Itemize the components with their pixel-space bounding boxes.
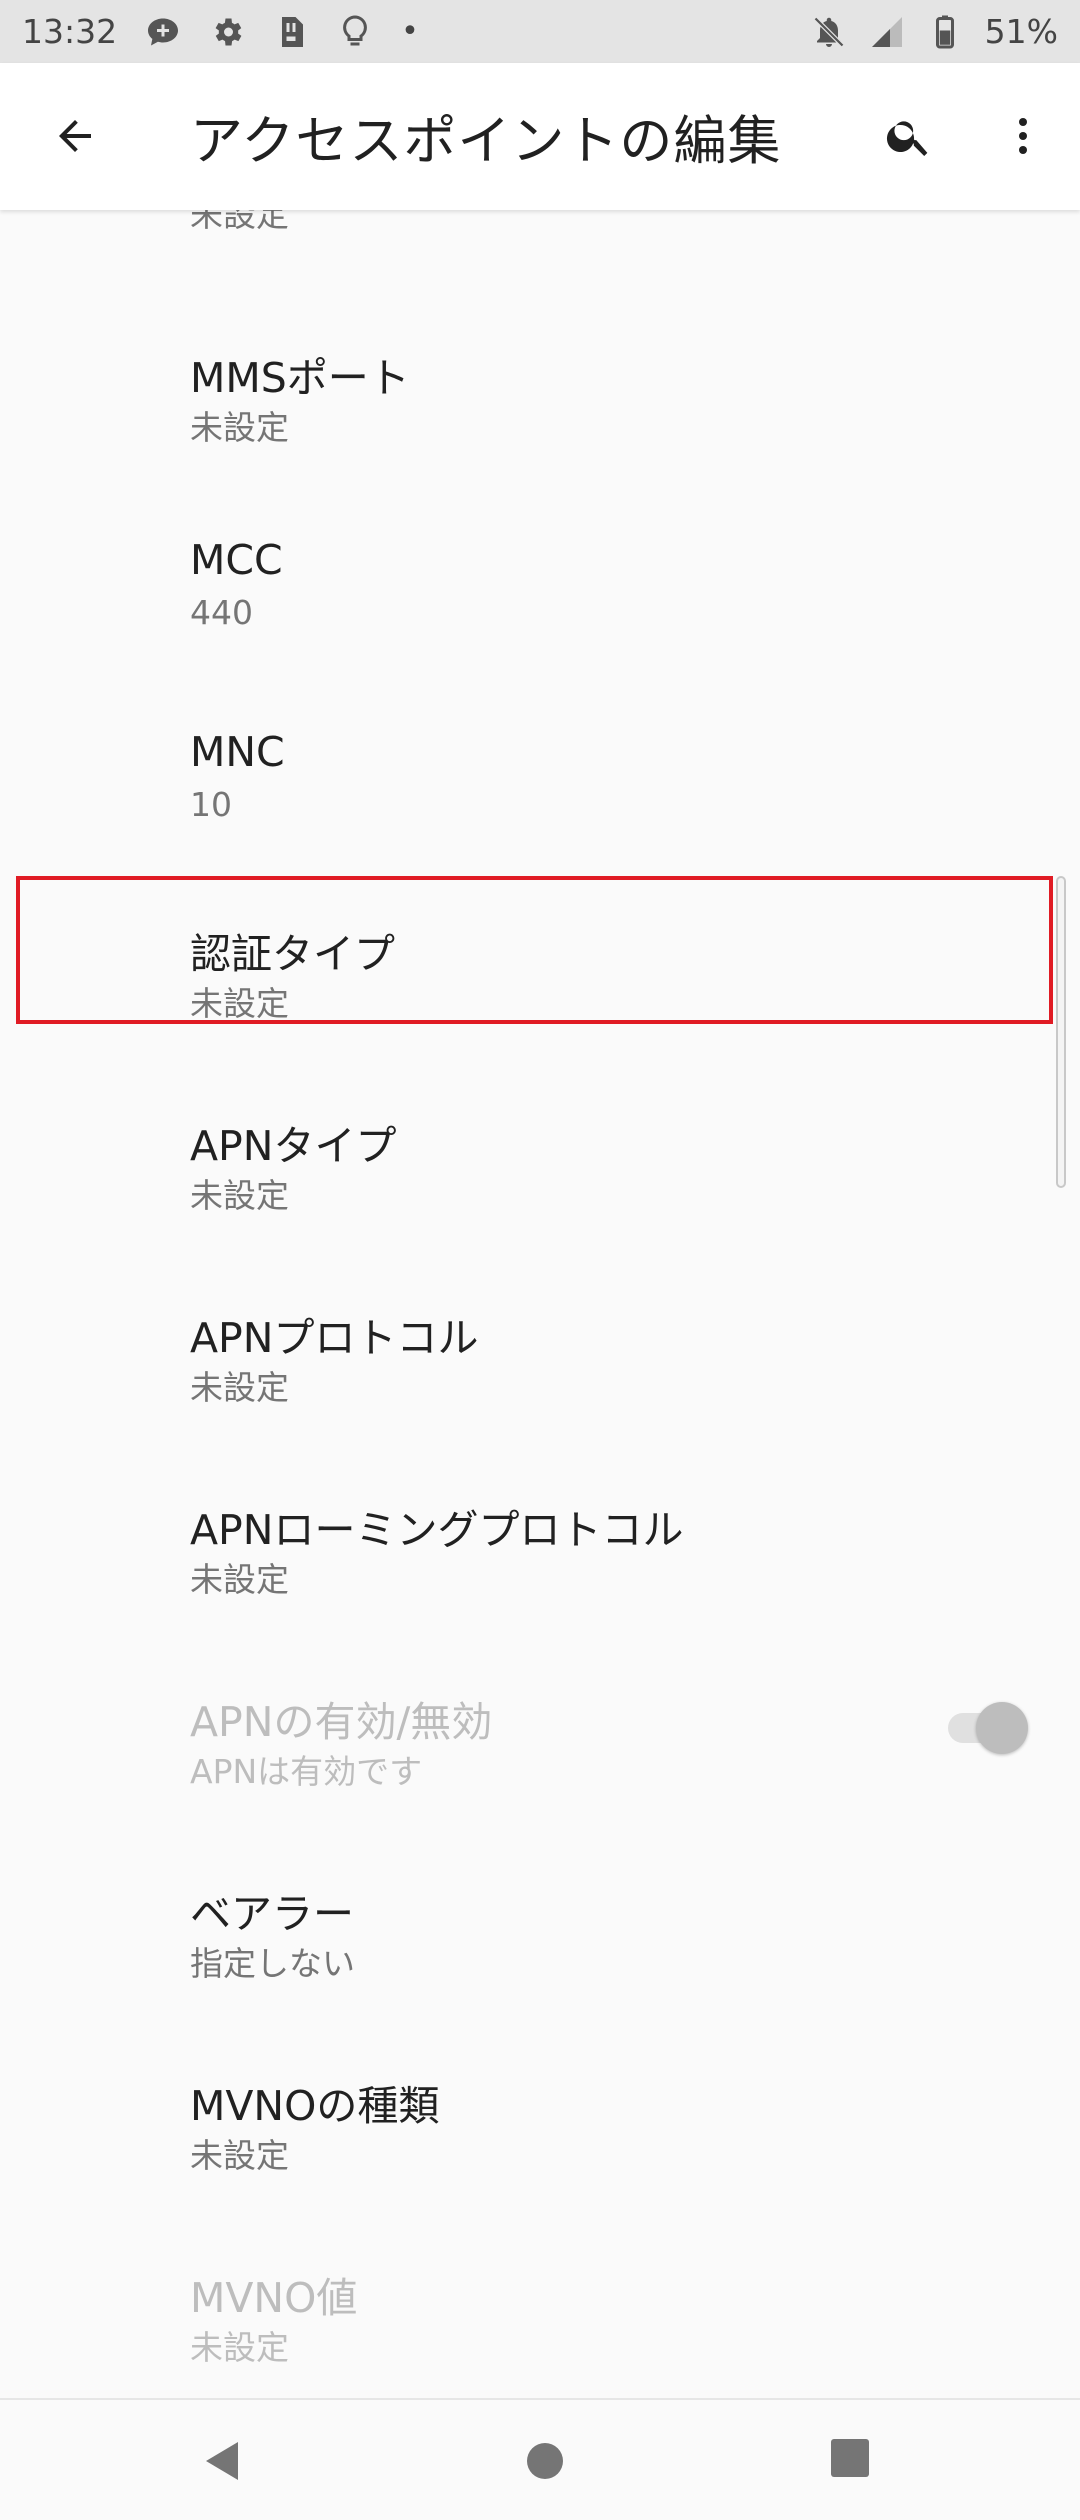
pref-title: MNC	[190, 728, 285, 776]
more-options-button[interactable]	[990, 103, 1056, 169]
pref-title: MVNOの種類	[190, 2082, 440, 2130]
mute-icon	[811, 14, 847, 50]
app-bar: アクセスポイントの編集	[0, 63, 1080, 210]
pref-apn-protocol[interactable]: APNプロトコル 未設定	[0, 1262, 1080, 1454]
nav-home-button[interactable]	[520, 2436, 570, 2486]
pref-mms-port[interactable]: MMSポート 未設定	[0, 302, 1080, 494]
pref-summary: 未設定	[190, 408, 289, 447]
pref-summary: 440	[190, 593, 253, 632]
pref-summary: 未設定	[190, 1176, 289, 1215]
status-bar: 13:32 • 51%	[0, 0, 1080, 63]
battery-icon	[927, 14, 963, 50]
pref-auth-type[interactable]: 認証タイプ 未設定	[0, 878, 1080, 1070]
back-button[interactable]	[42, 103, 108, 169]
pref-summary: 10	[190, 785, 232, 824]
partial-item-summary: 未設定	[190, 210, 289, 234]
pref-title: MMSポート	[190, 354, 410, 402]
apn-settings-list[interactable]: 未設定 MMSポート 未設定 MCC 440 MNC 10 認証タイプ 未設定 …	[0, 210, 1080, 2398]
chat-plus-icon	[145, 14, 181, 50]
status-time: 13:32	[22, 12, 118, 51]
pref-title: MCC	[190, 536, 283, 584]
pref-summary: 未設定	[190, 1368, 289, 1407]
pref-summary: APNは有効です	[190, 1752, 423, 1791]
pref-apn-roaming-protocol[interactable]: APNローミングプロトコル 未設定	[0, 1454, 1080, 1646]
pref-mnc[interactable]: MNC 10	[0, 686, 1080, 878]
apn-enable-toggle	[944, 1697, 1030, 1757]
pref-title: APNタイプ	[190, 1122, 397, 1170]
pref-apn-enable: APNの有効/無効 APNは有効です	[0, 1646, 1080, 1838]
pref-summary: 未設定	[190, 984, 289, 1023]
pref-title: APNの有効/無効	[190, 1698, 493, 1746]
signal-icon	[869, 14, 905, 50]
search-icon	[886, 121, 928, 156]
pref-summary: 未設定	[190, 2136, 289, 2175]
pref-summary: 未設定	[190, 2328, 289, 2367]
pref-summary: 未設定	[190, 1560, 289, 1599]
more-vert-icon	[1019, 118, 1027, 154]
nav-home-circle-icon	[527, 2443, 563, 2479]
pref-title: MVNO値	[190, 2274, 358, 2322]
pref-title: ベアラー	[190, 1890, 354, 1938]
pref-title: 認証タイプ	[190, 930, 395, 978]
bulb-icon	[337, 14, 373, 50]
toggle-thumb	[976, 1702, 1028, 1754]
pref-mvno-value: MVNO値 未設定	[0, 2222, 1080, 2398]
nav-back-button[interactable]	[198, 2436, 248, 2486]
nav-recents-square-icon	[831, 2439, 869, 2477]
scrollbar[interactable]	[1056, 876, 1066, 1188]
search-button[interactable]	[876, 103, 942, 169]
arrow-back-icon	[59, 120, 91, 152]
pref-bearer[interactable]: ベアラー 指定しない	[0, 1838, 1080, 2030]
battery-percent: 51%	[984, 12, 1058, 51]
nav-recents-button[interactable]	[828, 2436, 872, 2480]
nav-back-triangle-icon	[206, 2442, 238, 2480]
pref-mcc[interactable]: MCC 440	[0, 494, 1080, 686]
page-title: アクセスポイントの編集	[190, 111, 782, 172]
gear-icon	[209, 14, 245, 50]
dot-icon: •	[401, 14, 419, 49]
pref-apn-type[interactable]: APNタイプ 未設定	[0, 1070, 1080, 1262]
pref-title: APNプロトコル	[190, 1314, 479, 1362]
pref-mvno-type[interactable]: MVNOの種類 未設定	[0, 2030, 1080, 2222]
sim-icon	[273, 14, 309, 50]
pref-summary: 指定しない	[190, 1944, 355, 1983]
pref-title: APNローミングプロトコル	[190, 1506, 684, 1554]
navigation-bar	[0, 2398, 1080, 2520]
